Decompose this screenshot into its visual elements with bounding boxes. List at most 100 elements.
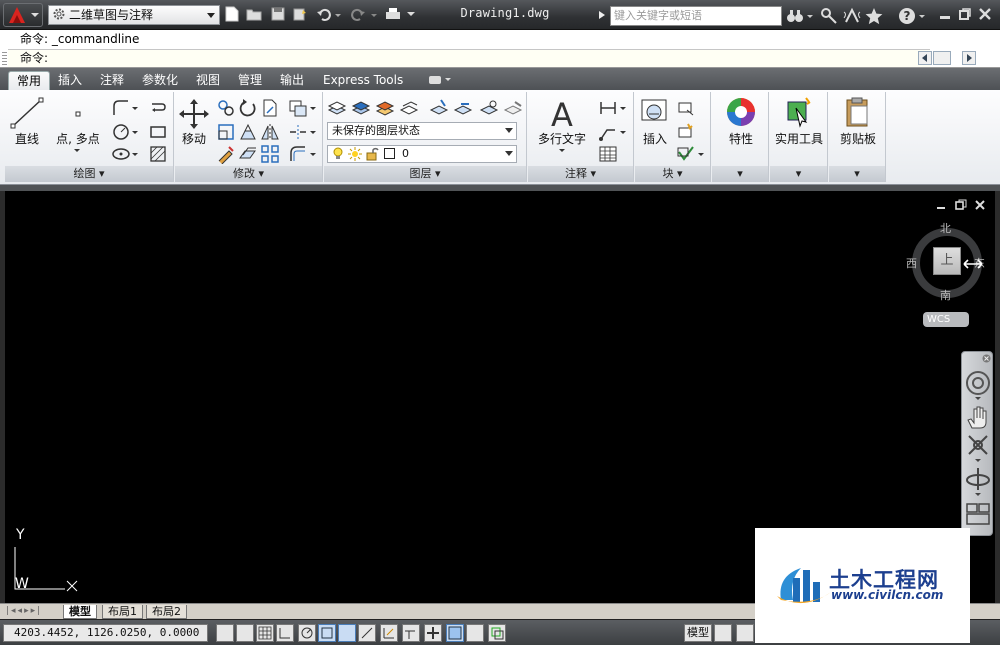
open-folder-icon[interactable] (246, 6, 262, 22)
layer-unisolate-icon[interactable] (398, 97, 419, 117)
chevron-down-icon[interactable] (695, 143, 705, 163)
restore-icon[interactable] (958, 7, 976, 25)
pan-hand-icon[interactable] (965, 404, 991, 430)
hatch-boundary-icon[interactable] (147, 97, 167, 117)
infer-constraints-icon[interactable] (216, 624, 234, 642)
snap-mode-icon[interactable] (236, 624, 254, 642)
redo-icon[interactable] (350, 6, 366, 22)
layout-navigation-arrows[interactable]: |◂◂▸▸| (6, 606, 42, 616)
rotate-icon[interactable] (237, 97, 257, 117)
search-input[interactable]: 键入关键字或短语 (610, 6, 782, 26)
application-menu-button[interactable] (3, 3, 43, 27)
object-snap-icon[interactable] (318, 624, 336, 642)
tab-manage[interactable]: 管理 (230, 71, 270, 90)
quick-view-drawings-icon[interactable] (736, 624, 754, 642)
tab-layout2[interactable]: 布局2 (146, 605, 187, 619)
new-file-icon[interactable] (224, 6, 240, 22)
transparency-icon[interactable] (446, 624, 464, 642)
lineweight-icon[interactable] (424, 624, 442, 642)
compass-north[interactable]: 北 (940, 220, 951, 236)
tab-layout1[interactable]: 布局1 (102, 605, 143, 619)
tab-parametric[interactable]: 参数化 (134, 71, 186, 90)
point-button[interactable]: 点, 多点 (49, 96, 107, 155)
command-input[interactable]: 命令: (8, 49, 930, 67)
favorites-star-icon[interactable] (865, 7, 883, 25)
fillet-icon[interactable] (237, 121, 257, 141)
linear-dimension-icon[interactable] (597, 97, 617, 117)
multileader-icon[interactable] (597, 121, 617, 141)
panel-footer[interactable]: 绘图 ▾ (5, 166, 173, 182)
edit-block-icon[interactable] (675, 121, 695, 141)
insert-block-button[interactable]: 插入 (637, 96, 673, 147)
tab-annotate[interactable]: 注释 (92, 71, 132, 90)
utilities-button[interactable]: 实用工具 (772, 96, 826, 147)
mirror-icon[interactable] (259, 121, 279, 141)
layer-dropdown[interactable]: 0 (327, 145, 517, 163)
panel-footer[interactable]: 注释 ▾ (528, 166, 633, 182)
scrollbar-thumb[interactable] (933, 51, 951, 65)
ellipse-icon[interactable] (110, 143, 130, 163)
edit-attributes-icon[interactable] (675, 143, 695, 163)
save-icon[interactable] (270, 6, 286, 22)
chevron-down-icon[interactable] (370, 6, 378, 22)
chevron-down-icon[interactable] (806, 7, 814, 25)
chevron-down-icon[interactable] (307, 143, 317, 163)
polar-tracking-icon[interactable] (298, 624, 316, 642)
trim-icon[interactable] (259, 97, 279, 117)
panel-footer[interactable]: ▾ (829, 166, 885, 182)
chevron-down-icon[interactable] (918, 7, 926, 25)
layer-isolate-icon[interactable] (374, 97, 395, 117)
tab-view[interactable]: 视图 (188, 71, 228, 90)
stretch-icon[interactable] (215, 121, 235, 141)
chevron-down-icon[interactable] (974, 396, 982, 402)
chevron-down-icon[interactable] (307, 97, 317, 117)
hatch-icon[interactable] (147, 143, 167, 163)
chevron-down-icon[interactable] (129, 143, 139, 163)
chevron-down-icon[interactable] (617, 97, 627, 117)
compass-west[interactable]: 西 (906, 255, 917, 271)
tab-home[interactable]: 常用 (8, 71, 51, 90)
quick-properties-icon[interactable] (466, 624, 484, 642)
object-snap-tracking-icon[interactable] (358, 624, 376, 642)
showmotion-icon[interactable] (965, 502, 991, 526)
move-button[interactable]: 移动 (177, 98, 211, 147)
chevron-down-icon[interactable] (307, 121, 317, 141)
save-as-icon[interactable] (292, 6, 308, 22)
panel-footer[interactable]: 图层 ▾ (324, 166, 526, 182)
restore-icon[interactable] (955, 199, 967, 211)
close-icon[interactable] (978, 7, 996, 25)
explode-icon[interactable] (287, 121, 307, 141)
ribbon-minimize-icon[interactable] (428, 74, 452, 86)
zoom-extents-icon[interactable] (965, 432, 991, 458)
communication-center-icon[interactable] (843, 7, 861, 25)
properties-button[interactable]: 特性 (716, 96, 766, 147)
clipboard-button[interactable]: 剪贴板 (831, 96, 885, 147)
chevron-right-icon[interactable] (598, 10, 606, 20)
customize-qat-icon[interactable] (406, 6, 416, 22)
3d-object-snap-icon[interactable] (338, 624, 356, 642)
chevron-down-icon[interactable] (974, 492, 982, 498)
layer-state-dropdown[interactable]: 未保存的图层状态 (327, 122, 517, 140)
layer-match-icon[interactable] (428, 97, 449, 117)
selection-cycling-icon[interactable] (488, 624, 506, 642)
scale-icon[interactable] (215, 143, 235, 164)
rectangle-icon[interactable] (147, 121, 167, 141)
close-icon[interactable] (974, 199, 986, 211)
layer-off-icon[interactable] (502, 97, 523, 117)
viewcube[interactable]: 北 南 西 东 上 (906, 220, 987, 303)
minimize-icon[interactable] (935, 200, 947, 212)
chevron-down-icon[interactable] (129, 121, 139, 141)
circle-icon[interactable] (110, 121, 130, 141)
dynamic-input-icon[interactable] (402, 624, 420, 642)
undo-icon[interactable] (316, 6, 332, 22)
layer-previous-icon[interactable] (452, 97, 473, 117)
tab-output[interactable]: 输出 (272, 71, 312, 90)
mtext-button[interactable]: A 多行文字 (534, 96, 590, 155)
chevron-down-icon[interactable] (129, 97, 139, 117)
dynamic-ucs-icon[interactable] (380, 624, 398, 642)
copy-icon[interactable] (215, 97, 235, 117)
line-button[interactable]: 直线 (7, 96, 47, 147)
coordinate-display[interactable]: 4203.4452, 1126.0250, 0.0000 (3, 624, 208, 642)
steering-wheel-icon[interactable] (965, 370, 991, 396)
erase-icon[interactable] (287, 97, 307, 117)
